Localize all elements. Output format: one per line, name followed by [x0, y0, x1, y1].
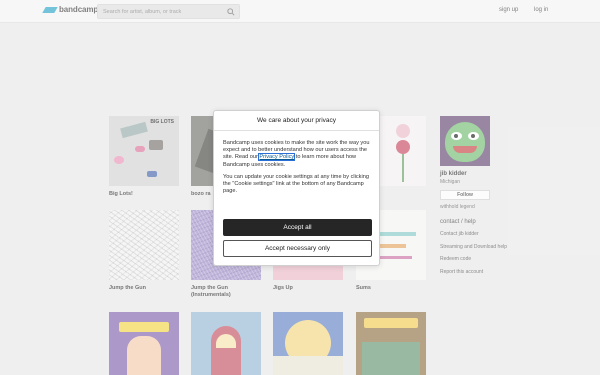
dialog-body: Bandcamp uses cookies to make the site w…	[214, 131, 379, 195]
accept-all-button[interactable]: Accept all	[223, 219, 372, 236]
cookie-consent-dialog: We care about your privacy Bandcamp uses…	[213, 110, 380, 266]
cookie-paragraph-1: Bandcamp uses cookies to make the site w…	[223, 140, 370, 169]
cookie-paragraph-2: You can update your cookie settings at a…	[223, 173, 369, 195]
accept-necessary-button[interactable]: Accept necessary only	[223, 240, 372, 257]
dialog-title: We care about your privacy	[214, 111, 379, 131]
privacy-policy-link[interactable]: Privacy Policy	[258, 153, 296, 162]
